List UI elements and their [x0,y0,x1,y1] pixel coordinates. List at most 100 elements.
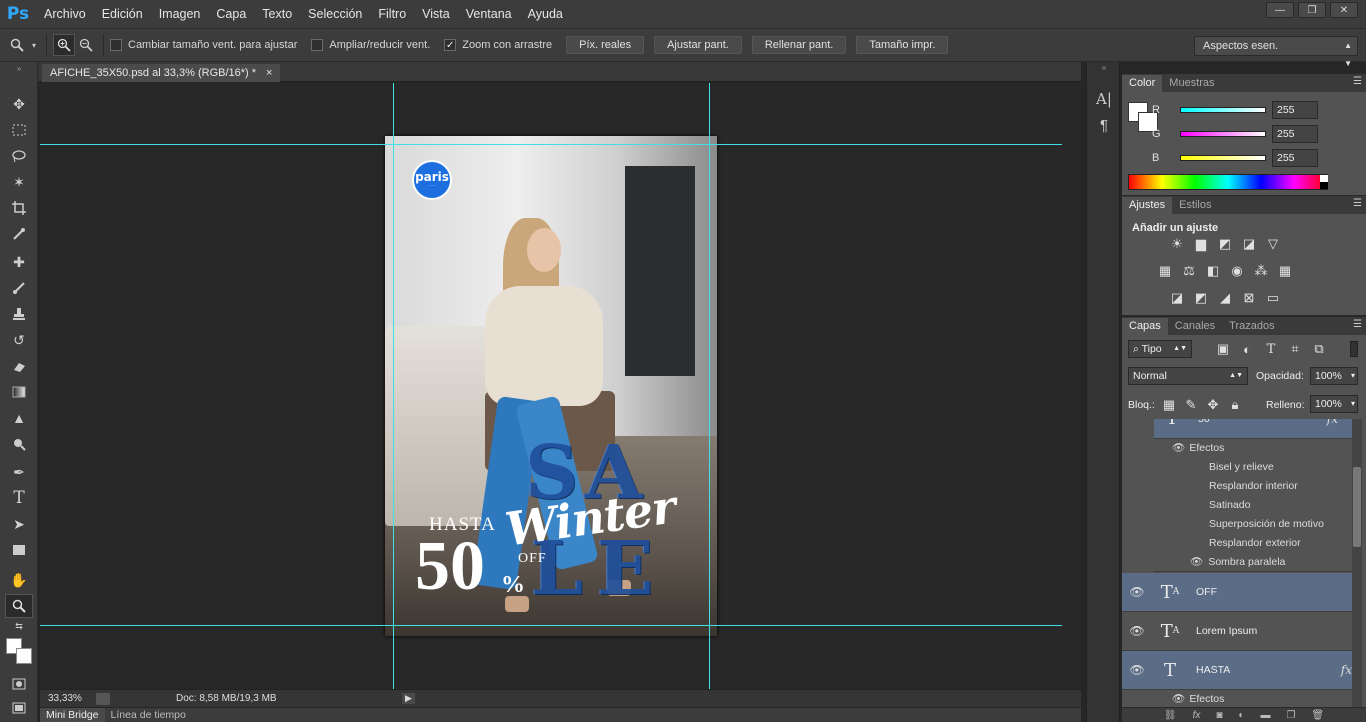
gradient-map-icon[interactable]: ▭ [1264,290,1282,306]
checkbox-box[interactable] [110,39,122,51]
dodge-tool-icon[interactable] [5,432,33,456]
eraser-tool-icon[interactable] [5,354,33,378]
filter-smart-object-icon[interactable]: ⧉ [1310,341,1328,357]
filter-type-icon[interactable]: T [1262,341,1280,357]
menu-item-archivo[interactable]: Archivo [36,0,94,28]
channel-mixer-icon[interactable]: ⁂ [1252,263,1270,279]
hand-tool-icon[interactable]: ✋ [5,568,33,592]
tab-timeline[interactable]: Línea de tiempo [105,708,192,722]
lock-transparency-icon[interactable]: ▦ [1160,397,1178,413]
eye-icon[interactable]: 👁︎ [1122,663,1152,677]
effect-satin[interactable]: Satinado [1154,496,1352,515]
curves-icon[interactable]: ◩ [1216,236,1234,252]
filter-adjustment-icon[interactable]: ◐ [1238,341,1256,357]
zoom-tool-preset-icon[interactable] [6,34,28,56]
menu-item-seleccion[interactable]: Selección [300,0,370,28]
blend-mode-select[interactable]: Normal ▲▼ [1128,367,1248,385]
lasso-tool-icon[interactable] [5,144,33,168]
checkbox-box[interactable] [311,39,324,51]
guide-vertical-left[interactable] [393,83,394,689]
add-style-icon[interactable]: fx [1193,710,1201,721]
play-arrow-icon[interactable]: ▶ [402,693,415,704]
menu-item-edicion[interactable]: Edición [94,0,151,28]
new-layer-icon[interactable]: ❐ [1286,710,1295,721]
blue-value-field[interactable]: 255 [1272,149,1318,167]
path-selection-tool-icon[interactable]: ➤ [5,512,33,536]
slider-blue[interactable]: B 255 [1152,148,1318,168]
panel-menu-icon[interactable]: ☰ [1353,198,1362,209]
character-panel-icon[interactable]: A| [1091,88,1117,110]
filter-pixel-icon[interactable]: ▣ [1214,341,1232,357]
effects-group[interactable]: 👁︎ Efectos [1154,439,1352,458]
zoom-all-windows-checkbox[interactable]: Ampliar/reducir vent. [311,39,430,51]
quick-mask-icon[interactable] [5,672,33,696]
screen-mode-icon[interactable] [5,696,33,720]
effect-bevel[interactable]: Bisel y relieve [1154,458,1352,477]
layer-row-hasta[interactable]: 👁︎ T HASTA fx [1122,651,1352,690]
magic-wand-tool-icon[interactable]: ✶ [5,170,33,194]
levels-icon[interactable]: ▆ [1192,236,1210,252]
gradient-tool-icon[interactable] [5,380,33,404]
fill-screen-button[interactable]: Rellenar pant. [751,36,847,54]
tab-mini-bridge[interactable]: Mini Bridge [40,708,105,722]
collapse-arrows-icon[interactable]: » [5,64,33,73]
photo-filter-icon[interactable]: ◉ [1228,263,1246,279]
swap-colors-icon[interactable]: ⇆ [5,620,33,632]
menu-item-texto[interactable]: Texto [254,0,300,28]
color-balance-icon[interactable]: ⚖ [1180,263,1198,279]
zoom-tool-icon[interactable] [5,594,33,618]
layer-row-lorem-ipsum[interactable]: 👁︎ TA Lorem Ipsum [1122,612,1352,651]
pen-tool-icon[interactable]: ✒ [5,460,33,484]
lock-position-icon[interactable]: ✥ [1204,397,1222,413]
new-adjustment-icon[interactable]: ◐ [1238,710,1244,721]
close-tab-icon[interactable]: × [266,67,272,79]
fill-field[interactable]: 100% ▾ [1310,395,1358,413]
tab-channels[interactable]: Canales [1168,318,1222,335]
marquee-tool-icon[interactable] [5,118,33,142]
layers-scroll-thumb[interactable] [1353,467,1361,547]
zoom-in-icon[interactable] [53,34,75,56]
new-group-icon[interactable]: ▬ [1260,710,1270,721]
threshold-icon[interactable]: ◢ [1216,290,1234,306]
background-color-swatch[interactable] [16,648,32,664]
menu-item-filtro[interactable]: Filtro [370,0,414,28]
history-brush-tool-icon[interactable]: ↺ [5,328,33,352]
menu-item-ventana[interactable]: Ventana [458,0,520,28]
panel-menu-icon[interactable]: ☰ [1353,76,1362,87]
menu-item-capa[interactable]: Capa [208,0,254,28]
layer-effects-icon[interactable]: fx [1327,419,1338,426]
collapse-arrows-icon[interactable]: « [1091,62,1117,72]
layer-row-off[interactable]: 👁︎ TA OFF [1122,573,1352,612]
layers-scrollbar[interactable] [1352,419,1362,707]
menu-item-ayuda[interactable]: Ayuda [520,0,571,28]
invert-icon[interactable]: ◪ [1168,290,1186,306]
eye-icon[interactable]: 👁︎ [1122,585,1152,599]
restore-button[interactable]: ❐ [1298,2,1326,18]
status-info-icon[interactable] [96,692,110,705]
exposure-icon[interactable]: ◪ [1240,236,1258,252]
panel-menu-icon[interactable]: ☰ [1353,319,1362,330]
type-tool-icon[interactable]: T [5,486,33,510]
guide-horizontal-top[interactable] [40,144,1062,145]
layer-filter-select[interactable]: ⌕ Tipo ▲▼ [1128,340,1192,358]
spectrum-black-white[interactable] [1320,175,1328,189]
print-size-button[interactable]: Tamaño impr. [856,36,949,54]
move-tool-icon[interactable]: ✥ [5,92,33,116]
resize-windows-checkbox[interactable]: Cambiar tamaño vent. para ajustar [110,39,297,51]
layer-effects-icon[interactable]: fx [1341,663,1352,677]
workspace-select[interactable]: Aspectos esen. ▲ ▼ [1194,36,1358,68]
menu-item-imagen[interactable]: Imagen [151,0,209,28]
menu-item-vista[interactable]: Vista [414,0,458,28]
filter-toggle[interactable] [1350,341,1358,357]
tab-swatches[interactable]: Muestras [1162,75,1221,92]
red-slider-track[interactable] [1180,107,1266,113]
layer-row-50[interactable]: T 50 fx [1154,419,1352,439]
filter-shape-icon[interactable]: ⌗ [1286,341,1304,357]
lock-pixels-icon[interactable]: ✎ [1182,397,1200,413]
tab-color[interactable]: Color [1122,75,1163,92]
chevron-down-icon[interactable]: ▾ [28,34,40,56]
effect-drop-shadow[interactable]: 👁︎ Sombra paralela [1154,553,1352,572]
green-value-field[interactable]: 255 [1272,125,1318,143]
color-spectrum-bar[interactable] [1128,174,1328,190]
green-slider-track[interactable] [1180,131,1266,137]
